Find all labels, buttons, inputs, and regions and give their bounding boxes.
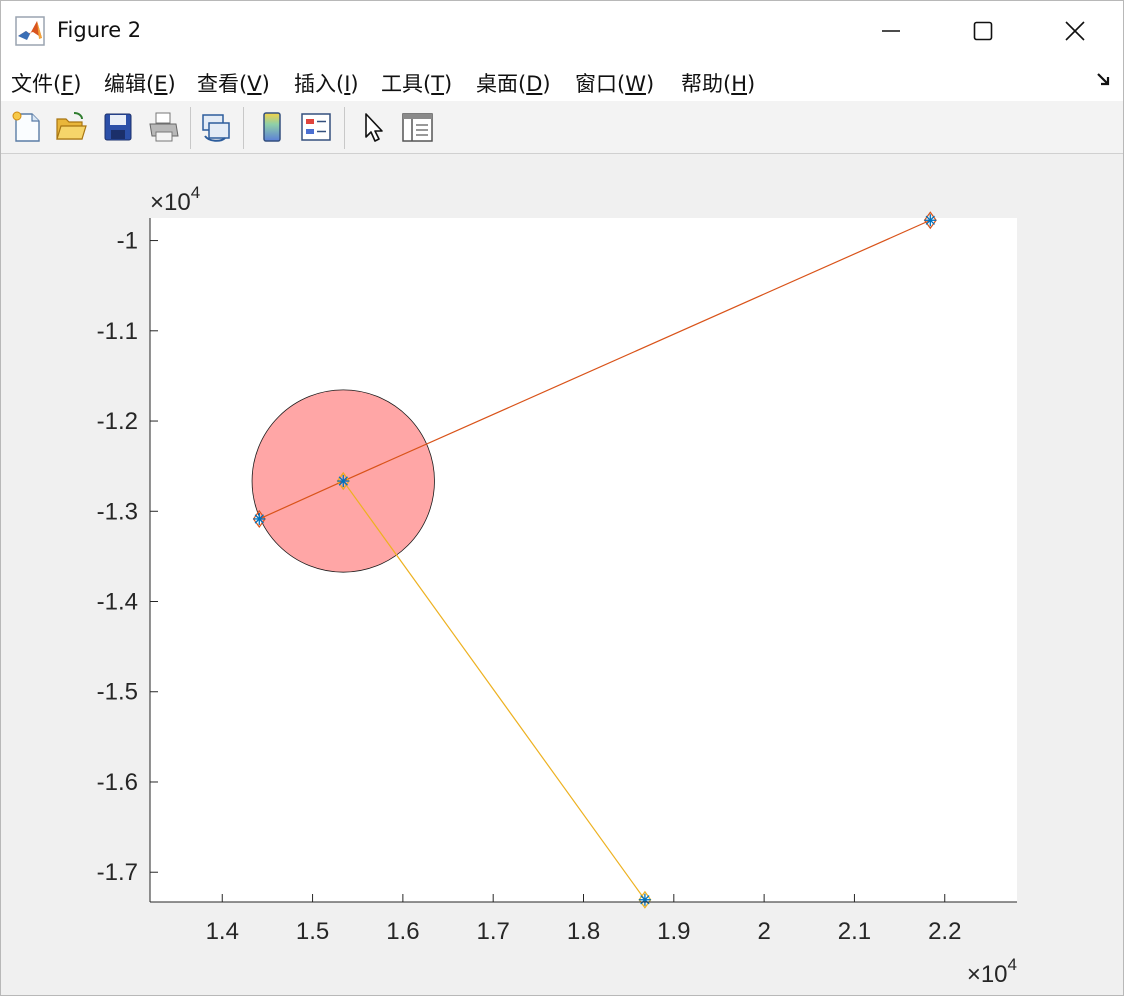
new-figure-button[interactable] [10, 110, 44, 144]
open-file-button[interactable] [54, 110, 88, 144]
plot-axes[interactable]: 1.4 1.5 1.6 1.7 1.8 1.9 2 2.1 2.2 -1 -1.1 -1.2 -1.3 -… [1, 154, 1123, 995]
print-icon [149, 112, 179, 142]
x-tick-label: 2.1 [838, 918, 871, 945]
x-tick-label: 2 [757, 918, 770, 945]
maximize-button[interactable] [937, 1, 1029, 61]
close-button[interactable] [1029, 1, 1121, 61]
figure-canvas[interactable]: 1.4 1.5 1.6 1.7 1.8 1.9 2 2.1 2.2 -1 -1.1 -1.2 -1.3 -… [1, 154, 1123, 995]
insert-colorbar-button[interactable] [255, 110, 289, 144]
link-plot-icon [202, 114, 230, 142]
star-marker [924, 214, 937, 227]
pointer-icon [365, 113, 383, 142]
edit-plot-button[interactable] [357, 110, 391, 144]
x-exponent-label: ×104 [967, 955, 1017, 988]
property-inspector-icon [402, 113, 433, 142]
print-button[interactable] [147, 110, 181, 144]
menu-edit[interactable]: 编辑(E) [104, 68, 176, 98]
matlab-logo-icon [15, 16, 45, 46]
y-tick-label: -1.3 [97, 498, 138, 525]
maximize-icon [973, 21, 993, 41]
close-icon [1065, 21, 1085, 41]
y-tick-label: -1.7 [97, 859, 138, 886]
toolbar-separator [190, 107, 191, 149]
legend-icon [301, 113, 331, 141]
toolbar-separator [243, 107, 244, 149]
colorbar-icon [263, 112, 281, 142]
property-inspector-button[interactable] [400, 110, 434, 144]
x-tick-label: 1.4 [206, 918, 239, 945]
toolbar [1, 101, 1123, 154]
axes-background [150, 218, 1017, 902]
menu-view[interactable]: 查看(V) [197, 68, 270, 98]
menu-bar: 文件(F) 编辑(E) 查看(V) 插入(I) 工具(T) 桌面(D) 窗口(W… [1, 61, 1123, 101]
menu-insert[interactable]: 插入(I) [294, 68, 359, 98]
figure-window: Figure 2 文件(F) 编辑(E) 查看(V) 插入(I) 工具(T) 桌… [0, 0, 1124, 996]
y-tick-label: -1.5 [97, 679, 138, 706]
x-tick-label: 1.6 [386, 918, 419, 945]
link-plot-button[interactable] [199, 110, 233, 144]
y-tick-label: -1.6 [97, 769, 138, 796]
y-tick-label: -1.4 [97, 589, 138, 616]
open-file-icon [56, 112, 87, 140]
x-tick-label: 1.7 [477, 918, 510, 945]
y-exponent-label: ×104 [150, 183, 200, 216]
minimize-button[interactable] [845, 1, 937, 61]
menu-window[interactable]: 窗口(W) [575, 68, 654, 98]
insert-legend-button[interactable] [299, 110, 333, 144]
menu-file[interactable]: 文件(F) [11, 68, 82, 98]
minimize-icon [882, 30, 900, 32]
dock-arrow-icon[interactable] [1095, 71, 1113, 89]
title-bar[interactable]: Figure 2 [1, 1, 1123, 61]
window-title: Figure 2 [57, 18, 142, 42]
toolbar-separator [344, 107, 345, 149]
y-tick-label: -1 [117, 228, 138, 255]
y-tick-label: -1.2 [97, 408, 138, 435]
x-tick-label: 1.9 [657, 918, 690, 945]
new-figure-icon [12, 111, 40, 142]
save-icon [104, 113, 132, 141]
menu-help[interactable]: 帮助(H) [681, 68, 755, 98]
x-tick-label: 1.5 [296, 918, 329, 945]
menu-desktop[interactable]: 桌面(D) [476, 68, 551, 98]
x-tick-label: 1.8 [567, 918, 600, 945]
menu-tools[interactable]: 工具(T) [381, 68, 452, 98]
save-button[interactable] [101, 110, 135, 144]
y-tick-label: -1.1 [97, 318, 138, 345]
x-tick-label: 2.2 [928, 918, 961, 945]
